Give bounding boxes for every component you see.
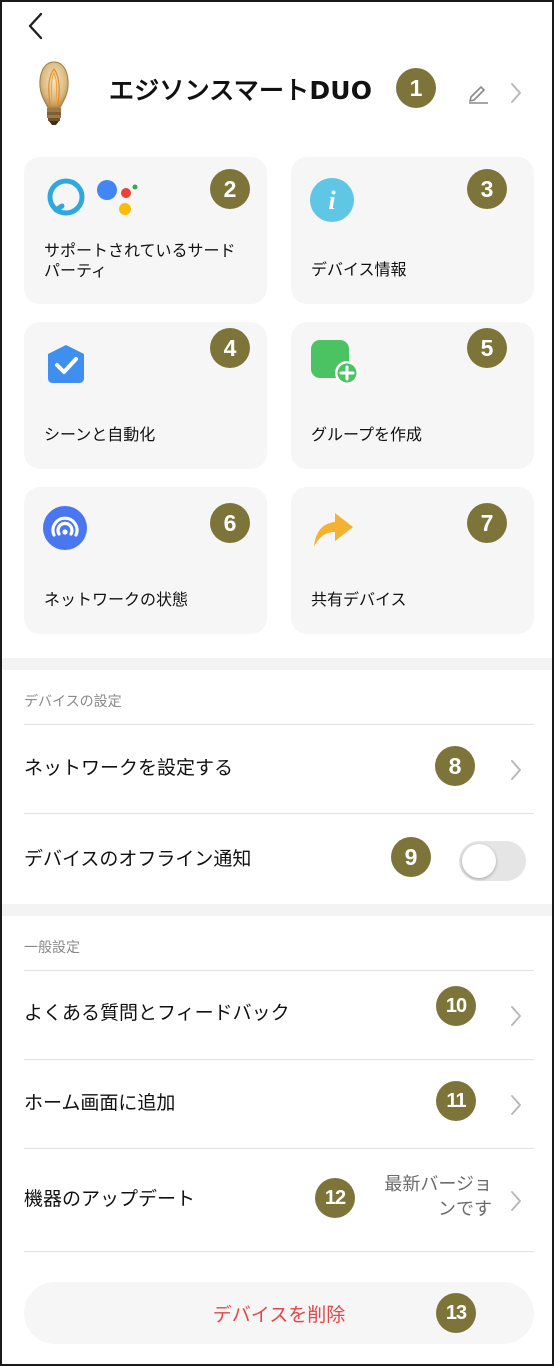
share-arrow-icon — [311, 507, 355, 555]
back-arrow-icon[interactable] — [22, 10, 52, 44]
edit-pencil-icon[interactable] — [466, 80, 490, 104]
tile-share-device[interactable]: 7 共有デバイス — [291, 487, 534, 634]
divider — [24, 1251, 534, 1252]
device-settings-screen: エジソンスマートDUO 1 2 サポートされているサードパーティ i 3 デバイ… — [0, 0, 554, 1366]
section-title-general-settings: 一般設定 — [24, 940, 80, 956]
alexa-icon — [46, 177, 86, 221]
bulb-icon — [35, 59, 73, 127]
section-separator — [2, 904, 552, 916]
tile-network-status[interactable]: 6 ネットワークの状態 — [24, 487, 267, 634]
callout-badge-12: 12 — [315, 1178, 355, 1218]
divider — [24, 813, 534, 814]
svg-text:i: i — [328, 186, 336, 215]
row-label: ホーム画面に追加 — [24, 1092, 176, 1114]
chevron-right-icon — [509, 1189, 523, 1213]
row-label-offline-notification: デバイスのオフライン通知 — [24, 848, 252, 870]
scene-check-icon — [44, 342, 88, 390]
chevron-right-icon — [509, 758, 523, 782]
tile-label: サポートされているサードパーティ — [44, 241, 236, 280]
tile-third-party-support[interactable]: 2 サポートされているサードパーティ — [24, 157, 267, 304]
callout-badge-3: 3 — [467, 169, 507, 209]
row-label: よくある質問とフィードバック — [24, 1002, 290, 1024]
row-label: 機器のアップデート — [24, 1188, 196, 1210]
tile-scenes-automation[interactable]: 4 シーンと自動化 — [24, 322, 267, 469]
tile-label: 共有デバイス — [311, 590, 407, 609]
callout-badge-8: 8 — [435, 746, 475, 786]
callout-badge-13: 13 — [436, 1293, 476, 1333]
info-icon: i — [309, 177, 355, 227]
group-add-icon — [309, 338, 359, 390]
update-status-value: 最新バージョンです — [384, 1174, 492, 1220]
callout-badge-7: 7 — [467, 503, 507, 543]
row-faq-feedback[interactable]: よくある質問とフィードバック 10 — [2, 971, 552, 1059]
row-label: ネットワークを設定する — [24, 757, 234, 779]
toggle-knob — [462, 844, 496, 878]
chevron-right-icon — [509, 1093, 523, 1117]
row-add-to-home[interactable]: ホーム画面に追加 11 — [2, 1060, 552, 1148]
section-title-device-settings: デバイスの設定 — [24, 694, 122, 710]
delete-device-label: デバイスを削除 — [212, 1303, 346, 1326]
network-signal-icon — [42, 505, 88, 555]
tile-label: ネットワークの状態 — [44, 590, 189, 609]
tile-device-info[interactable]: i 3 デバイス情報 — [291, 157, 534, 304]
callout-badge-10: 10 — [436, 986, 476, 1026]
row-network-settings[interactable]: ネットワークを設定する 8 — [2, 725, 552, 813]
tile-label: グループを作成 — [311, 425, 423, 444]
tile-label: デバイス情報 — [311, 260, 407, 279]
google-assistant-icon — [96, 179, 138, 223]
callout-badge-6: 6 — [210, 503, 250, 543]
tile-create-group[interactable]: 5 グループを作成 — [291, 322, 534, 469]
device-name-title: エジソンスマートDUO — [109, 76, 373, 105]
callout-badge-2: 2 — [210, 169, 250, 209]
offline-notification-toggle[interactable] — [459, 841, 526, 881]
callout-badge-11: 11 — [436, 1081, 476, 1121]
chevron-right-icon — [509, 1004, 523, 1028]
callout-badge-9: 9 — [391, 837, 431, 877]
section-separator — [2, 658, 552, 670]
callout-badge-4: 4 — [210, 328, 250, 368]
chevron-right-icon[interactable] — [509, 81, 523, 105]
callout-badge-1: 1 — [396, 68, 436, 108]
tile-label: シーンと自動化 — [44, 425, 156, 444]
callout-badge-5: 5 — [467, 328, 507, 368]
